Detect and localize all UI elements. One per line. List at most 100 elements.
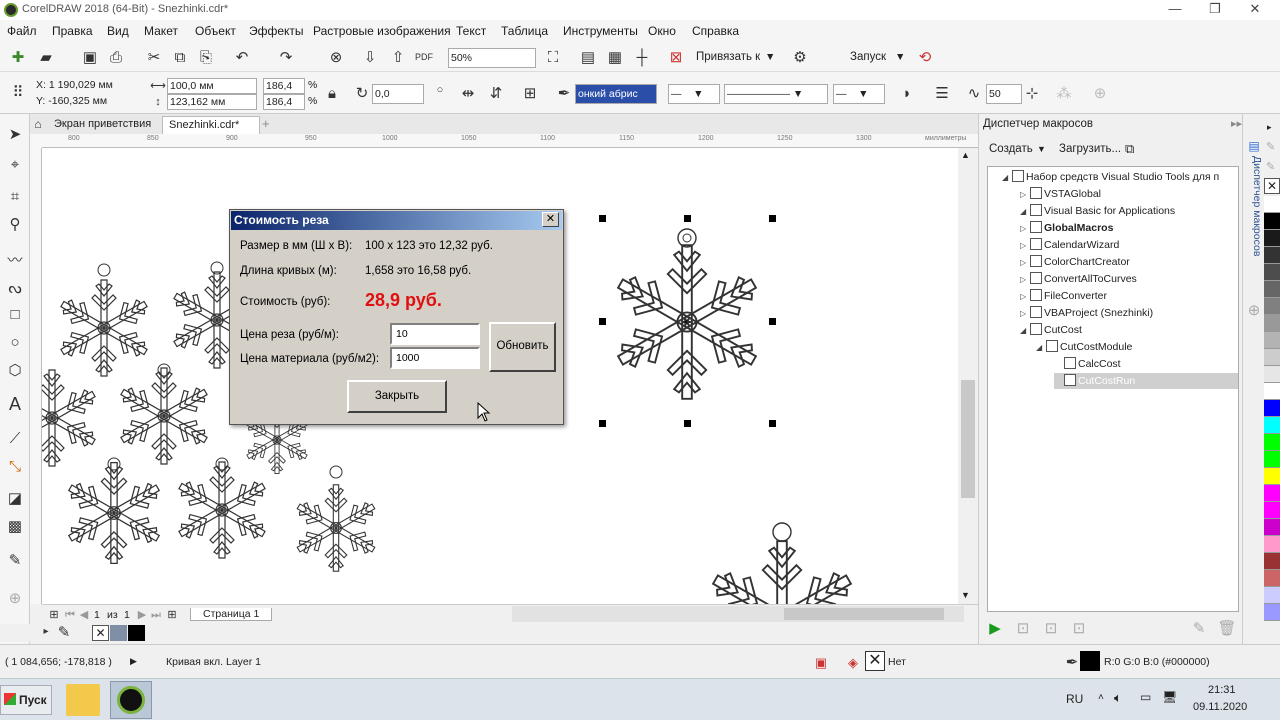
macro-tree-item[interactable]: ◢ CutCost xyxy=(1020,322,1082,338)
add-tool-icon[interactable]: ⊕ xyxy=(5,588,25,608)
mirror-vertical-icon[interactable]: ⇵ xyxy=(486,83,506,103)
macro-manager-tab[interactable]: Диспетчер макросов xyxy=(1245,156,1263,266)
close-dialog-button[interactable]: Закрыть xyxy=(347,380,447,413)
rulers-icon[interactable]: ▤ xyxy=(578,47,598,67)
macro-tree-item[interactable]: CalcCost xyxy=(1054,356,1121,372)
palette-color-swatch[interactable] xyxy=(1264,281,1280,298)
outline-pen-status-icon[interactable]: ✒ xyxy=(1062,652,1082,672)
vertical-ruler[interactable] xyxy=(30,148,42,604)
material-price-input[interactable]: 1000 xyxy=(390,347,480,369)
docker-expand-icon[interactable]: ▸▸ xyxy=(1231,117,1242,130)
tray-expand-icon[interactable]: ˄ xyxy=(1098,692,1104,703)
color-eyedropper-icon[interactable]: ✎ xyxy=(54,622,74,642)
new-tab-button[interactable]: + xyxy=(258,116,276,134)
coreldraw-taskbar-button[interactable] xyxy=(110,681,152,719)
home-icon[interactable]: ⌂ xyxy=(28,114,48,134)
palette-scroll-icon[interactable]: ▸ xyxy=(1267,122,1272,133)
eyedropper-icon[interactable]: ✎ xyxy=(5,550,25,570)
macro-tree-item[interactable]: ◢ Visual Basic for Applications xyxy=(1020,203,1175,219)
menu-help[interactable]: Справка xyxy=(692,24,739,38)
macro-tree-item[interactable]: ▷ ConvertAllToCurves xyxy=(1020,271,1137,287)
add-page-after-icon[interactable]: ⊞ xyxy=(162,605,182,625)
palette-color-swatch[interactable] xyxy=(1264,502,1280,519)
tree-expander-icon[interactable]: ◢ xyxy=(1020,204,1030,220)
delete-macro-icon[interactable]: 🗑︎ xyxy=(1217,618,1237,638)
ellipse-tool-icon[interactable]: ○ xyxy=(5,332,25,352)
macro-tree-item[interactable]: ▷ GlobalMacros xyxy=(1020,220,1113,236)
clock-date[interactable]: 09.11.2020 xyxy=(1193,701,1247,713)
crop-tool-icon[interactable]: ⌗ xyxy=(5,186,25,206)
tree-expander-icon[interactable]: ◢ xyxy=(1036,340,1046,356)
palette-color-swatch[interactable] xyxy=(1264,434,1280,451)
tree-expander-icon[interactable]: ▷ xyxy=(1020,238,1030,254)
y-position[interactable]: Y: -160,325 мм xyxy=(36,95,107,107)
prev-page-icon[interactable]: ◀ xyxy=(74,605,94,625)
snowflake[interactable] xyxy=(64,457,164,563)
snowflake[interactable] xyxy=(293,465,379,571)
macro-tree-item[interactable]: ▷ FileConverter xyxy=(1020,288,1107,304)
connector-tool-icon[interactable]: ⤡ xyxy=(5,456,25,476)
align-icon[interactable]: ⊞ xyxy=(520,83,540,103)
menu-table[interactable]: Таблица xyxy=(501,24,548,38)
current-page[interactable]: 1 xyxy=(94,609,100,621)
palette-color-swatch[interactable] xyxy=(1264,553,1280,570)
cut-icon[interactable]: ✂ xyxy=(144,47,164,67)
vertical-scrollbar[interactable]: ▲ ▼ xyxy=(958,148,978,604)
snowflake[interactable] xyxy=(706,522,858,604)
palette-color-swatch[interactable] xyxy=(1264,315,1280,332)
snap-to-label[interactable]: Привязать к xyxy=(696,51,760,63)
add-docker-icon[interactable]: ⊕ xyxy=(1244,300,1264,320)
close-window-button[interactable]: ✕ xyxy=(1240,0,1270,20)
options-gear-icon[interactable]: ⚙ xyxy=(790,47,810,67)
smoothing-field[interactable]: 50 xyxy=(986,84,1022,104)
snowflake[interactable] xyxy=(116,363,211,464)
palette-expand-icon[interactable]: ▸ xyxy=(36,622,56,642)
smoothing-slider-icon[interactable]: ⊹ xyxy=(1022,83,1042,103)
restore-button[interactable]: ❐ xyxy=(1200,0,1230,20)
rectangle-tool-icon[interactable]: □ xyxy=(5,304,25,324)
import-icon[interactable]: ⇩ xyxy=(360,47,380,67)
text-wrap-icon[interactable]: ☰ xyxy=(932,83,952,103)
palette-color-swatch[interactable] xyxy=(1264,366,1280,383)
palette-color-swatch[interactable] xyxy=(1264,349,1280,366)
edit-macro-icon[interactable]: ✎ xyxy=(1189,618,1209,638)
tree-expander-icon[interactable]: ◢ xyxy=(1002,170,1012,186)
coords-arrow-icon[interactable]: ▶ xyxy=(130,656,137,667)
create-menu[interactable]: Создать xyxy=(989,143,1033,155)
menu-text[interactable]: Текст xyxy=(456,24,486,38)
menu-object[interactable]: Объект xyxy=(195,24,236,38)
start-arrowhead-select[interactable]: — ▼ xyxy=(668,84,720,104)
no-color-swatch[interactable]: ✕ xyxy=(92,625,109,641)
snap-dropdown-arrow-icon[interactable]: ▼ xyxy=(765,51,775,63)
curve-smoothing-icon[interactable]: ∿ xyxy=(964,83,984,103)
nodes-icon[interactable]: ⁂ xyxy=(1054,83,1074,103)
palette-color-swatch[interactable] xyxy=(1264,536,1280,553)
tree-expander-icon[interactable]: ▷ xyxy=(1020,272,1030,288)
palette-color-swatch[interactable] xyxy=(1264,298,1280,315)
macro-tree-item[interactable]: ◢ Набор средств Visual Studio Tools для п xyxy=(1002,169,1219,185)
file-explorer-icon[interactable] xyxy=(66,684,100,716)
create-dropdown-icon[interactable]: ▼ xyxy=(1037,144,1046,154)
palette-color-swatch[interactable] xyxy=(1264,519,1280,536)
palette-fill-icon[interactable]: ✎ xyxy=(1266,160,1275,173)
no-fill-indicator[interactable]: ✕ xyxy=(865,651,885,671)
palette-color-swatch[interactable] xyxy=(1264,417,1280,434)
dialog-close-icon[interactable]: ✕ xyxy=(542,212,559,227)
menu-layout[interactable]: Макет xyxy=(144,24,178,38)
tab-document[interactable]: Snezhinki.cdr* xyxy=(162,116,260,134)
drop-shadow-icon[interactable]: ◪ xyxy=(5,488,25,508)
pause-record-icon[interactable]: ⊡ xyxy=(1041,618,1061,638)
export-icon[interactable]: ⇧ xyxy=(388,47,408,67)
outline-color-swatch[interactable] xyxy=(1080,651,1100,671)
palette-color-swatch[interactable] xyxy=(1264,485,1280,502)
snowflake[interactable] xyxy=(56,263,151,376)
record-macro-icon[interactable]: ⊡ xyxy=(1013,618,1033,638)
macro-manager-tab-icon[interactable]: ▤ xyxy=(1244,136,1264,156)
outline-width-select[interactable]: онкий абрис xyxy=(575,84,657,104)
network-icon[interactable]: 🖥︎ xyxy=(1162,690,1177,704)
quick-customize-icon[interactable]: ⟲ xyxy=(915,47,935,67)
launch-label[interactable]: Запуск xyxy=(850,51,886,63)
keyboard-language[interactable]: RU xyxy=(1066,692,1083,706)
menu-edit[interactable]: Правка xyxy=(52,24,93,38)
tree-expander-icon[interactable]: ▷ xyxy=(1020,289,1030,305)
